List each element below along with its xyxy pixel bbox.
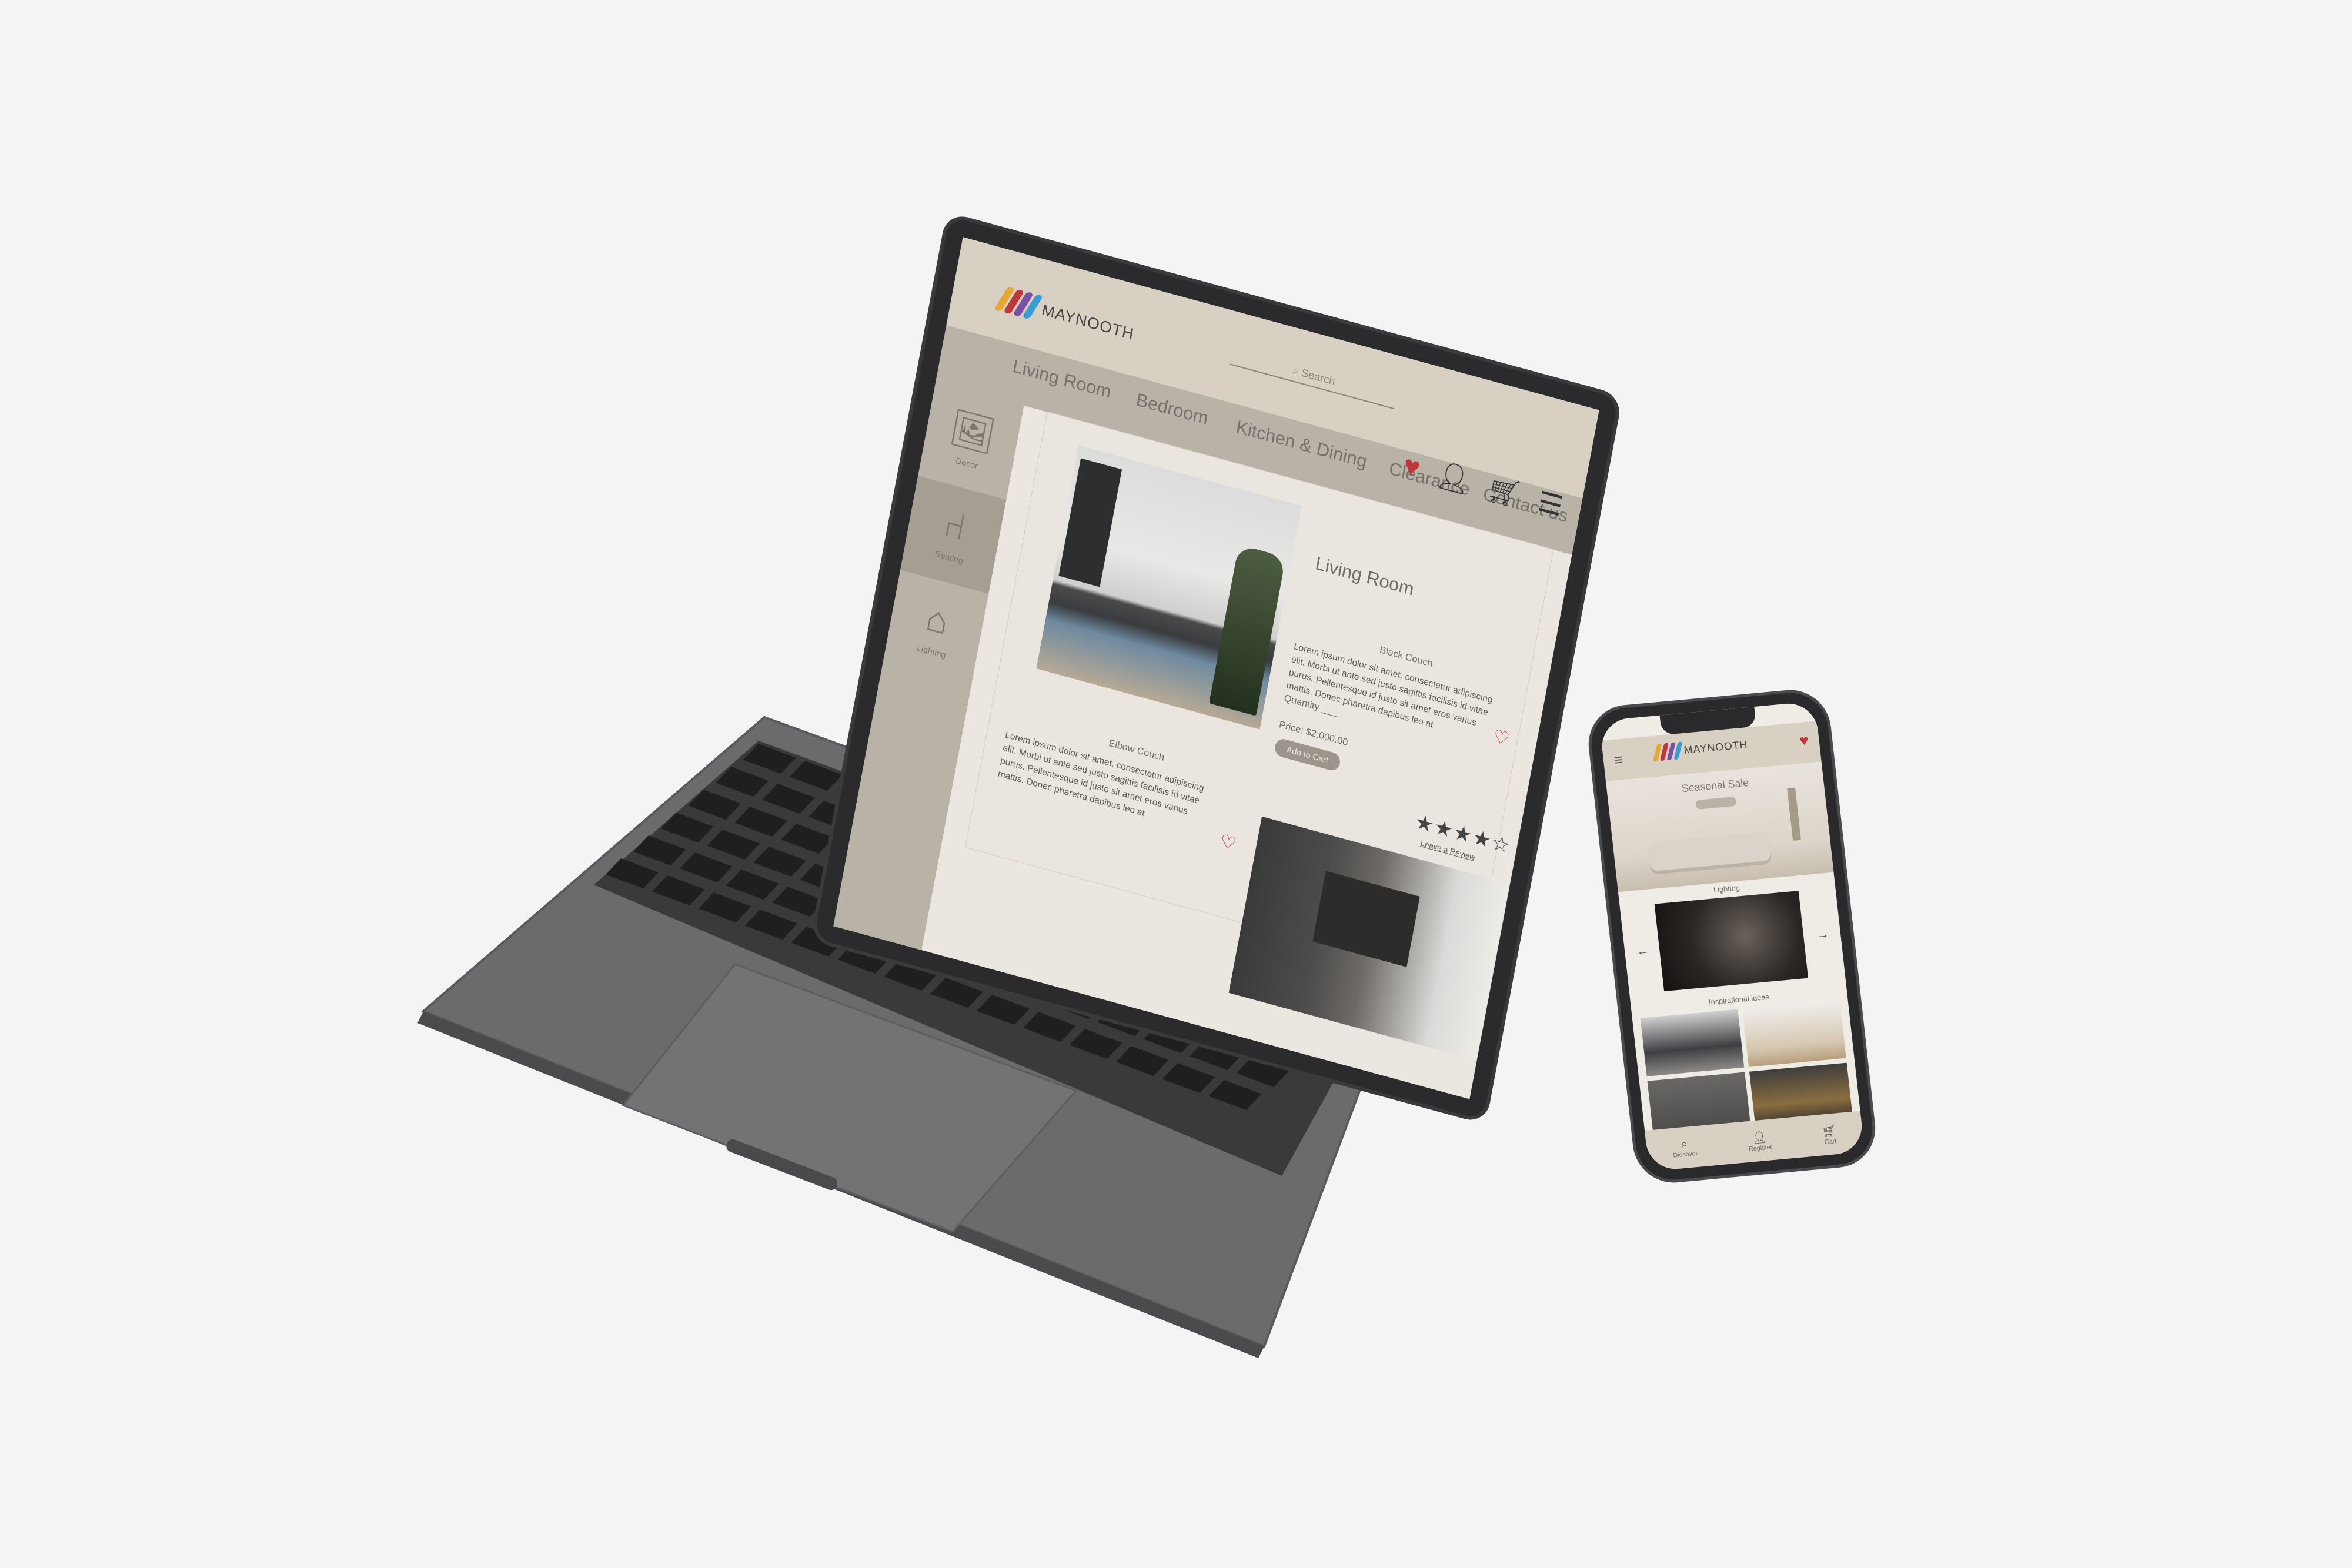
user-icon: 👤︎ — [1751, 1130, 1768, 1145]
key — [698, 892, 751, 923]
logo-mark — [994, 285, 1044, 320]
favorite-heart-icon[interactable]: ♡ — [1492, 726, 1511, 750]
site-logo[interactable]: MAYNOOTH — [994, 285, 1137, 347]
lighting-carousel-image[interactable] — [1654, 891, 1809, 992]
device-mockup-scene: MAYNOOTH Living Room Bedroom Kitchen & D… — [0, 0, 2352, 1568]
tab-label: Register — [1748, 1143, 1773, 1153]
key — [762, 784, 815, 814]
tab-discover[interactable]: ⌕ Discover — [1671, 1136, 1698, 1159]
menu-icon[interactable]: ☰ — [1535, 485, 1565, 522]
key — [606, 858, 659, 889]
carousel-next-icon[interactable]: → — [1815, 926, 1829, 942]
window-shape — [1058, 458, 1122, 587]
key — [633, 835, 686, 866]
brand-name: MAYNOOTH — [1040, 300, 1136, 343]
key — [753, 847, 807, 877]
black-couch-photo[interactable] — [1036, 445, 1302, 730]
key — [789, 761, 843, 791]
nav-bedroom[interactable]: Bedroom — [1134, 390, 1210, 429]
favorite-heart-icon[interactable]: ♡ — [1218, 830, 1238, 855]
logo-mark — [1653, 741, 1683, 762]
product-description: Lorem ipsum dolor sit amet, consectetur … — [997, 730, 1205, 818]
key — [743, 744, 796, 774]
brand-name: MAYNOOTH — [1683, 738, 1749, 756]
menu-icon[interactable]: ≡ — [1613, 751, 1623, 770]
key — [734, 807, 788, 837]
key — [660, 813, 714, 843]
key — [726, 870, 779, 900]
key — [781, 824, 834, 854]
laptop-screen: MAYNOOTH Living Room Bedroom Kitchen & D… — [833, 237, 1599, 1099]
key — [707, 830, 760, 860]
tab-label: Discover — [1672, 1149, 1699, 1159]
tab-register[interactable]: 👤︎ Register — [1747, 1129, 1773, 1153]
key — [679, 852, 733, 883]
inspiration-tile[interactable] — [1640, 1009, 1745, 1076]
mobile-logo[interactable]: MAYNOOTH — [1653, 735, 1749, 762]
section-title: Living Room — [1314, 553, 1416, 600]
vase-shape — [1787, 787, 1801, 841]
plant-shape — [1209, 544, 1286, 716]
key — [688, 790, 741, 820]
tv-shape — [1312, 871, 1420, 967]
carousel-prev-icon[interactable]: ← — [1636, 943, 1650, 959]
tab-cart[interactable]: 🛒︎ Cart — [1821, 1123, 1838, 1146]
key — [744, 910, 798, 940]
heart-icon[interactable]: ♥ — [1799, 731, 1810, 750]
key — [716, 767, 769, 797]
cart-icon: 🛒︎ — [1821, 1124, 1838, 1138]
key — [652, 875, 705, 906]
phone-screen: ≡ MAYNOOTH ♥ Seasonal Sale Lighting ← → … — [1599, 701, 1865, 1172]
sofa-shape — [1647, 831, 1772, 872]
inspiration-tile[interactable] — [1742, 999, 1846, 1067]
tab-label: Cart — [1824, 1137, 1837, 1146]
